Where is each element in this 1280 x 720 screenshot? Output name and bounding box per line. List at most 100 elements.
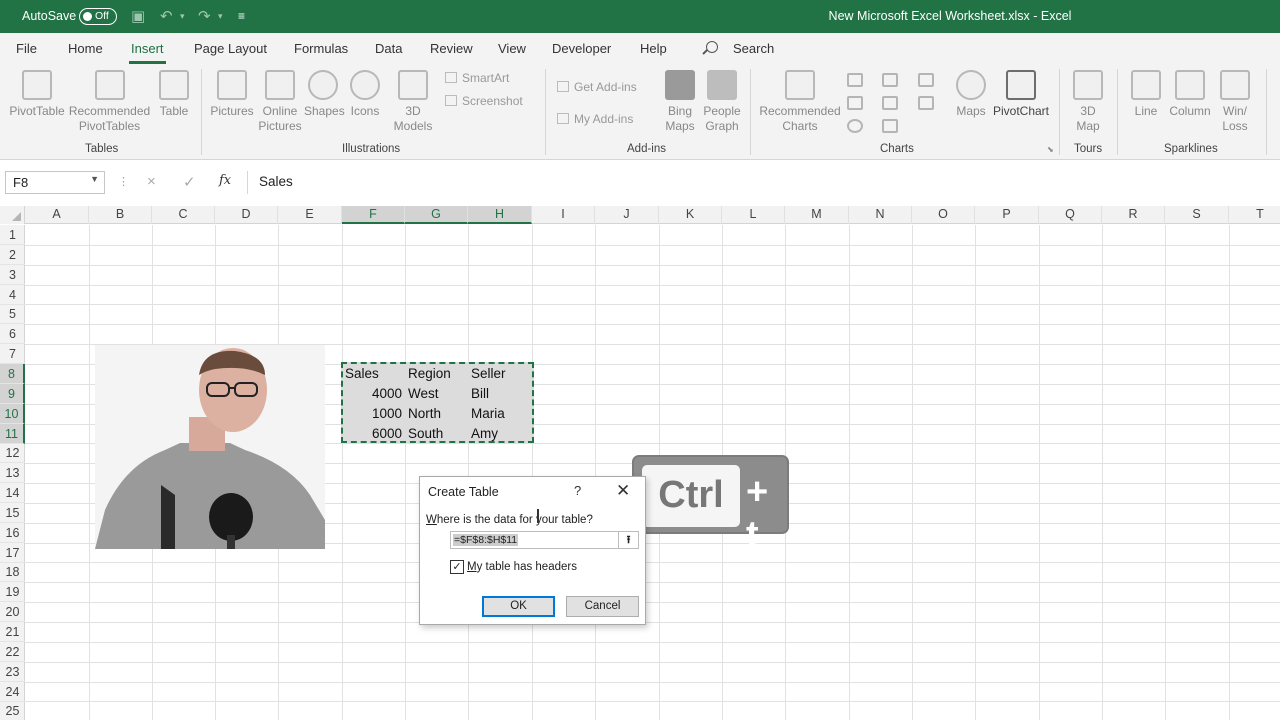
row-header-8[interactable]: 8 [0,363,25,384]
column-header-i[interactable]: I [532,206,595,224]
enter-entry-icon[interactable]: ✓ [183,173,196,191]
name-box[interactable]: F8 ▼ [5,171,105,194]
row-header-19[interactable]: 19 [0,582,25,603]
sparkline-line-button[interactable]: Line [1126,70,1166,119]
row-header-1[interactable]: 1 [0,225,25,245]
online-pictures-button[interactable]: Online Pictures [256,70,304,134]
row-header-12[interactable]: 12 [0,443,25,464]
cell-f10[interactable]: 1000 [342,404,405,424]
cell-g11[interactable]: South [405,424,468,444]
row-header-5[interactable]: 5 [0,304,25,325]
row-header-11[interactable]: 11 [0,423,25,444]
cancel-button[interactable]: Cancel [566,596,639,617]
cell-h10[interactable]: Maria [468,404,531,424]
my-addins-button[interactable]: My Add-ins [557,112,633,126]
recommended-pivottables-button[interactable]: Recommended PivotTables [67,70,152,134]
row-header-2[interactable]: 2 [0,245,25,265]
row-header-16[interactable]: 16 [0,523,25,543]
waterfall-chart-icon[interactable] [918,73,934,87]
tab-help[interactable]: Help [640,41,667,56]
column-header-b[interactable]: B [89,206,152,224]
3d-models-button[interactable]: 3D Models [390,70,436,134]
cell-g9[interactable]: West [405,384,468,404]
row-header-20[interactable]: 20 [0,602,25,623]
tab-file[interactable]: File [16,41,37,56]
row-header-13[interactable]: 13 [0,463,25,484]
column-header-r[interactable]: R [1102,206,1165,224]
collapse-dialog-icon[interactable]: ⭱ [618,531,638,549]
has-headers-label[interactable]: My table has headers [467,561,577,573]
column-header-k[interactable]: K [659,206,722,224]
tab-home[interactable]: Home [68,41,103,56]
recommended-charts-button[interactable]: Recommended Charts [757,70,843,134]
cell-g8[interactable]: Region [405,364,468,384]
cell-h9[interactable]: Bill [468,384,531,404]
column-header-f[interactable]: F [342,206,405,224]
get-addins-button[interactable]: Get Add-ins [557,80,637,94]
tab-page-layout[interactable]: Page Layout [194,41,267,56]
table-button[interactable]: Table [154,70,194,119]
column-header-a[interactable]: A [25,206,89,224]
line-chart-icon[interactable] [847,96,863,110]
column-header-n[interactable]: N [849,206,912,224]
formula-input[interactable]: Sales [247,171,1280,194]
tab-data[interactable]: Data [375,41,402,56]
row-header-25[interactable]: 25 [0,701,25,720]
shapes-button[interactable]: Shapes [304,70,345,119]
select-all-corner[interactable] [0,206,25,224]
row-header-10[interactable]: 10 [0,403,25,424]
row-header-23[interactable]: 23 [0,662,25,682]
tab-view[interactable]: View [498,41,526,56]
tab-insert[interactable]: Insert [131,41,164,56]
statistic-chart-icon[interactable] [882,96,898,110]
ok-button[interactable]: OK [482,596,555,617]
column-header-j[interactable]: J [595,206,659,224]
pictures-button[interactable]: Pictures [208,70,256,119]
sparkline-winloss-button[interactable]: Win/ Loss [1214,70,1256,134]
column-header-l[interactable]: L [722,206,785,224]
chevron-down-icon[interactable]: ▼ [90,174,99,184]
row-header-9[interactable]: 9 [0,383,25,404]
column-header-o[interactable]: O [912,206,975,224]
column-header-c[interactable]: C [152,206,215,224]
pivottable-button[interactable]: PivotTable [8,70,66,119]
search-icon[interactable] [706,41,718,53]
help-icon[interactable]: ? [574,483,581,498]
tab-developer[interactable]: Developer [552,41,611,56]
row-header-22[interactable]: 22 [0,642,25,662]
column-header-g[interactable]: G [405,206,468,224]
cell-h8[interactable]: Seller [468,364,531,384]
column-header-s[interactable]: S [1165,206,1229,224]
column-header-d[interactable]: D [215,206,278,224]
column-header-p[interactable]: P [975,206,1039,224]
range-input[interactable]: =$F$8:$H$11 ⭱ [450,531,639,549]
column-header-h[interactable]: H [468,206,532,224]
column-header-t[interactable]: T [1229,206,1280,224]
column-header-q[interactable]: Q [1039,206,1102,224]
cell-f11[interactable]: 6000 [342,424,405,444]
charts-dialog-launcher-icon[interactable]: ⬊ [1047,145,1054,154]
cell-f9[interactable]: 4000 [342,384,405,404]
row-header-17[interactable]: 17 [0,543,25,563]
insert-function-icon[interactable]: fx [219,173,231,188]
search-box[interactable]: Search [733,41,774,56]
icons-button[interactable]: Icons [345,70,385,119]
combo-chart-icon[interactable] [918,96,934,110]
cell-g10[interactable]: North [405,404,468,424]
maps-button[interactable]: Maps [952,70,990,119]
people-graph-button[interactable]: People Graph [701,70,743,134]
row-header-24[interactable]: 24 [0,682,25,702]
cell-h11[interactable]: Amy [468,424,531,444]
close-icon[interactable]: ✕ [616,481,630,501]
row-header-15[interactable]: 15 [0,503,25,523]
row-header-18[interactable]: 18 [0,562,25,583]
row-header-14[interactable]: 14 [0,483,25,504]
cell-f8[interactable]: Sales [342,364,405,384]
row-header-7[interactable]: 7 [0,344,25,365]
bing-maps-button[interactable]: Bing Maps [659,70,701,134]
column-chart-icon[interactable] [847,73,863,87]
3d-map-button[interactable]: 3D Map [1066,70,1110,134]
smartart-button[interactable]: SmartArt [445,71,509,85]
tab-review[interactable]: Review [430,41,473,56]
row-header-21[interactable]: 21 [0,622,25,642]
